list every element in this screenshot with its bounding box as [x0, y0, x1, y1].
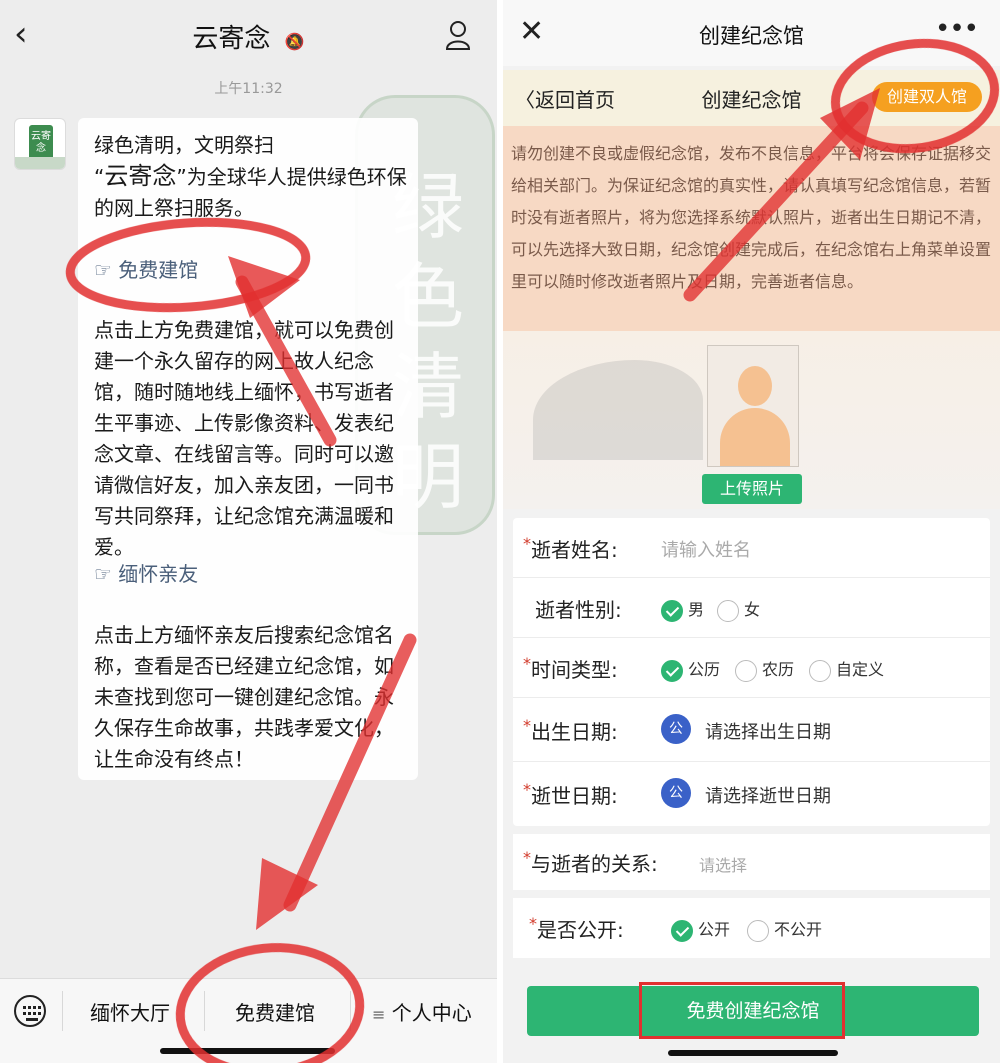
screenshot: ‹ 云寄念 🔕 上午11:32 绿 色 清 明 云寄念 绿色清明，文明祭扫 “云… — [0, 0, 1000, 1063]
portrait-head — [738, 366, 772, 406]
chat-title: 云寄念 🔕 — [0, 18, 497, 55]
create-double-memorial-button[interactable]: 创建双人馆 — [872, 82, 982, 112]
birth-label: *出生日期: — [523, 716, 618, 744]
warning-notice: 请勿创建不良或虚假纪念馆，发布不良信息，平台将会保存证据移交给相关部门。为保证纪… — [503, 126, 1000, 331]
menu-separator — [350, 991, 351, 1031]
page-title: 创建纪念馆 — [699, 24, 804, 48]
bubble-line-1: 绿色清明，文明祭扫 — [94, 133, 274, 157]
public-row: *是否公开: 公开 不公开 — [513, 898, 990, 958]
message-bubble: 绿色清明，文明祭扫 “云寄念”为全球华人提供绿色环保的网上祭扫服务。 ☞ 免费建… — [78, 118, 418, 780]
menu-personal-center-label: 个人中心 — [391, 1001, 472, 1025]
name-input[interactable]: 请输入姓名 — [661, 536, 751, 562]
create-memorial-screen: ✕ 创建纪念馆 ••• 〈返回首页 创建纪念馆 创建双人馆 请勿创建不良或虚假纪… — [503, 0, 1000, 1063]
chat-header: ‹ 云寄念 🔕 — [0, 0, 497, 70]
account-avatar[interactable]: 云寄念 — [14, 118, 66, 170]
avatar-hill — [15, 157, 65, 169]
name-row: *逝者姓名: 请输入姓名 — [513, 518, 990, 578]
time-gregorian-radio[interactable]: 公历 — [661, 656, 720, 682]
home-indicator — [668, 1050, 838, 1056]
brand-name: 云寄念 — [104, 162, 177, 190]
free-build-link[interactable]: ☞ 免费建馆 — [94, 254, 198, 283]
public-yes-radio[interactable]: 公开 — [671, 916, 730, 942]
menu-free-build[interactable]: 免费建馆 — [235, 997, 315, 1026]
memorial-form: *逝者姓名: 请输入姓名 逝者性别: 男 女 *时间类型: 公历 农历 自定义 … — [513, 518, 990, 826]
upload-photo-button[interactable]: 上传照片 — [702, 474, 802, 504]
bubble-paragraph-1: 点击上方免费建馆，就可以免费创建一个永久留存的网上故人纪念馆，随时随地线上缅怀，… — [94, 318, 394, 559]
user-profile-icon[interactable] — [445, 20, 471, 50]
remember-relatives-link[interactable]: ☞ 缅怀亲友 — [94, 558, 198, 587]
birth-row: *出生日期: 公 请选择出生日期 — [513, 698, 990, 762]
death-label: *逝世日期: — [523, 780, 618, 808]
birth-date-picker[interactable]: 请选择出生日期 — [705, 718, 831, 744]
highlight-box — [639, 982, 845, 1039]
timetype-label: *时间类型: — [523, 654, 618, 682]
public-label: *是否公开: — [529, 914, 624, 942]
more-icon[interactable]: ••• — [935, 14, 979, 44]
home-indicator — [160, 1048, 335, 1054]
calendar-type-badge[interactable]: 公 — [661, 714, 691, 744]
relation-label: *与逝者的关系: — [523, 848, 658, 876]
chat-screen: ‹ 云寄念 🔕 上午11:32 绿 色 清 明 云寄念 绿色清明，文明祭扫 “云… — [0, 0, 497, 1063]
menu-separator — [62, 991, 63, 1031]
mute-icon: 🔕 — [284, 32, 305, 51]
menu-list-icon: ≡ — [372, 1005, 386, 1024]
avatar-seal: 云寄念 — [29, 125, 53, 161]
relation-select[interactable]: 请选择 — [699, 852, 747, 876]
gender-row: 逝者性别: 男 女 — [513, 578, 990, 638]
public-no-radio[interactable]: 不公开 — [747, 916, 822, 942]
bubble-paragraph-2: 点击上方缅怀亲友后搜索纪念馆名称，查看是否已经建立纪念馆，如未查找到您可一键创建… — [94, 623, 394, 771]
form-nav-bar: 〈返回首页 创建纪念馆 创建双人馆 — [503, 70, 1000, 126]
time-custom-radio[interactable]: 自定义 — [809, 656, 884, 682]
menu-separator — [204, 991, 205, 1031]
timetype-row: *时间类型: 公历 农历 自定义 — [513, 638, 990, 698]
gender-label: 逝者性别: — [535, 598, 622, 622]
calendar-type-badge[interactable]: 公 — [661, 778, 691, 808]
bubble-line-2: “云寄念”为全球华人提供绿色环保的网上祭扫服务。 — [94, 161, 410, 224]
quote-open: “ — [94, 165, 105, 189]
menu-memorial-hall[interactable]: 缅怀大厅 — [90, 997, 170, 1026]
name-label: *逝者姓名: — [523, 534, 618, 562]
gender-female-radio[interactable]: 女 — [717, 596, 760, 622]
death-date-picker[interactable]: 请选择逝世日期 — [705, 782, 831, 808]
form-header: ✕ 创建纪念馆 ••• — [503, 0, 1000, 66]
gender-male-radio[interactable]: 男 — [661, 596, 704, 622]
keyboard-icon[interactable] — [14, 995, 46, 1027]
time-lunar-radio[interactable]: 农历 — [735, 656, 794, 682]
portrait-body — [720, 408, 790, 466]
death-row: *逝世日期: 公 请选择逝世日期 — [513, 762, 990, 826]
menu-personal-center[interactable]: ≡ 个人中心 — [372, 997, 472, 1026]
chat-title-text: 云寄念 — [192, 24, 271, 54]
relation-row: *与逝者的关系: 请选择 — [513, 834, 990, 890]
default-portrait-placeholder[interactable] — [707, 345, 799, 467]
